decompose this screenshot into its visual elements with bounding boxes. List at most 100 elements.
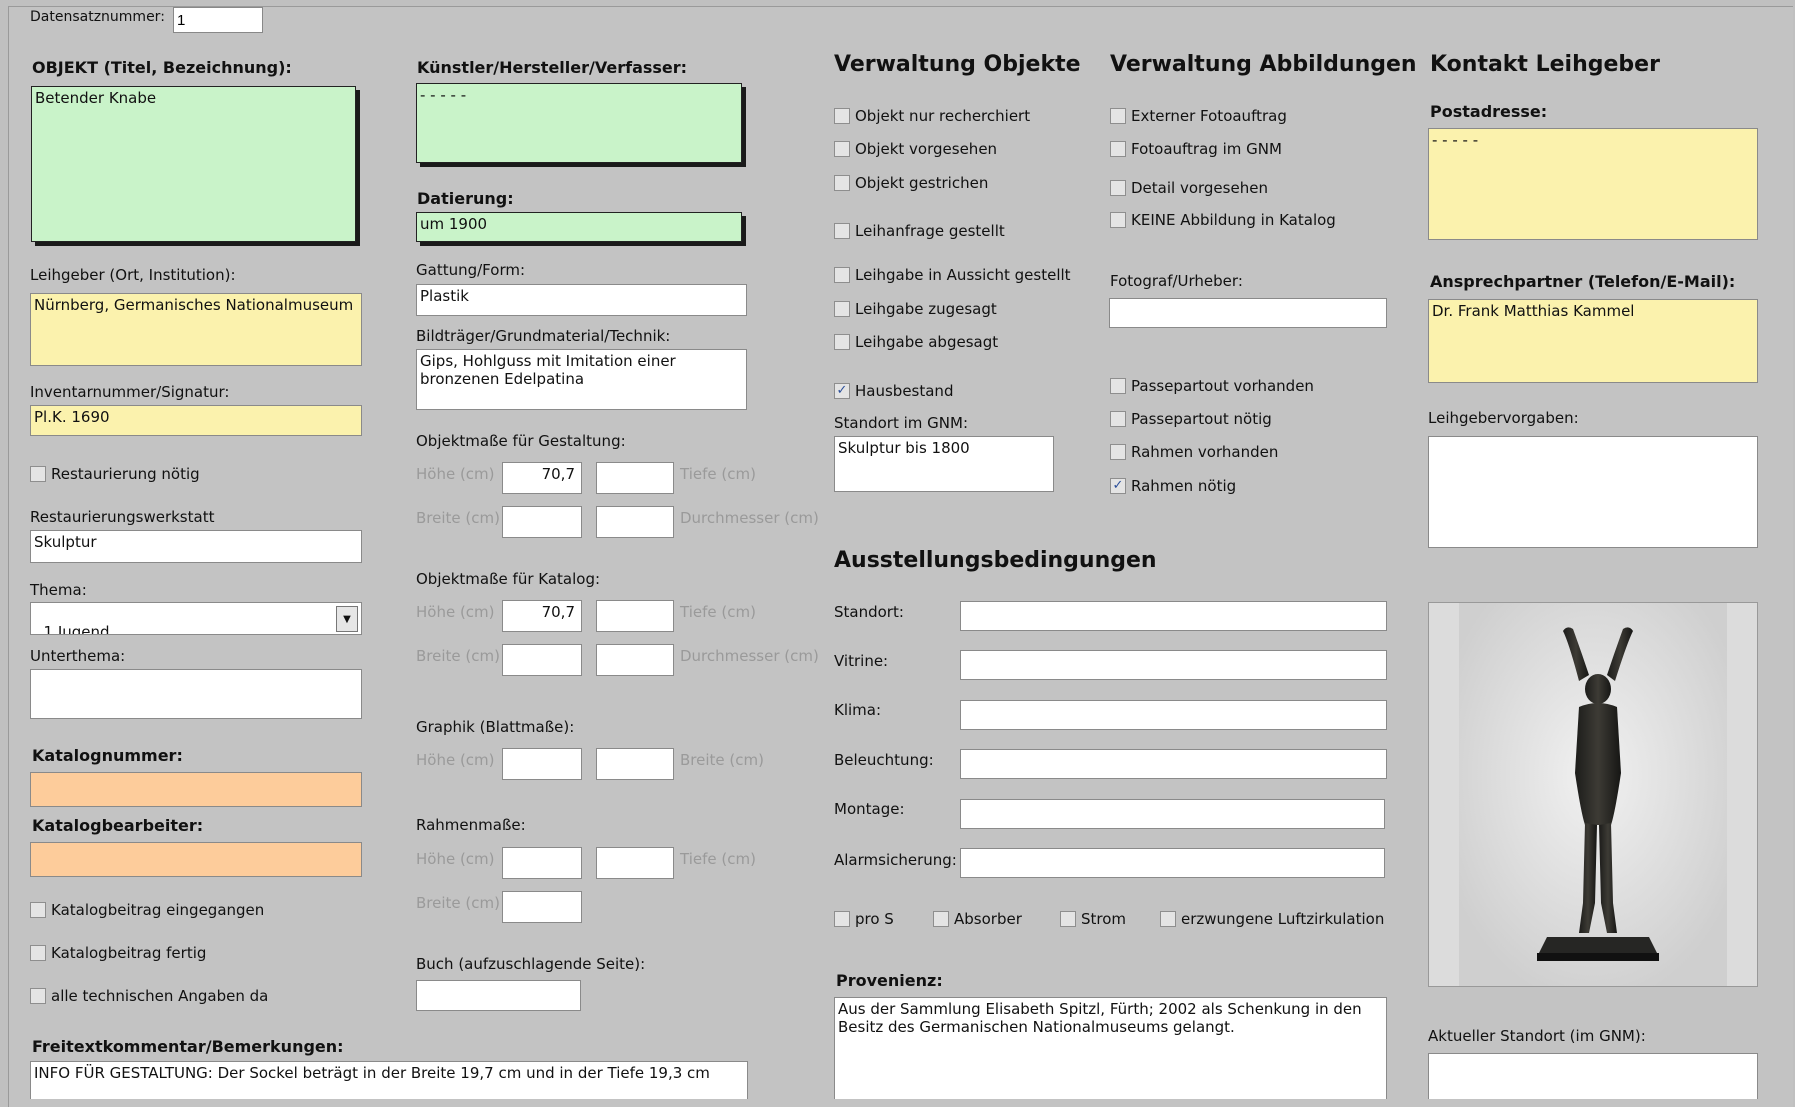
checkbox-box	[1110, 411, 1126, 427]
keine-abbildung-checkbox[interactable]: KEINE Abbildung in Katalog	[1110, 211, 1336, 229]
gattung-field[interactable]: Plastik	[416, 284, 747, 316]
alarmsicherung-input[interactable]	[960, 848, 1385, 878]
kuenstler-field[interactable]: - - - - -	[416, 83, 742, 163]
postadresse-field[interactable]: - - - - -	[1428, 128, 1758, 240]
standort-gnm-field[interactable]: Skulptur bis 1800	[834, 436, 1054, 492]
objekt-field[interactable]: Betender Knabe	[31, 86, 356, 242]
rahmen-hoehe-input[interactable]	[502, 847, 582, 879]
datierung-label: Datierung:	[417, 189, 514, 208]
kuenstler-label: Künstler/Hersteller/Verfasser:	[417, 58, 688, 77]
datierung-field[interactable]: um 1900	[416, 212, 742, 242]
luftzirkulation-checkbox[interactable]: erzwungene Luftzirkulation	[1160, 910, 1384, 928]
technische-angaben-checkbox[interactable]: alle technischen Angaben da	[30, 987, 268, 1005]
vitrine-input[interactable]	[960, 650, 1387, 680]
passepartout-vorhanden-checkbox[interactable]: Passepartout vorhanden	[1110, 377, 1314, 395]
thema-selected-value: 1 Jugend	[43, 623, 110, 635]
katalognummer-field[interactable]	[30, 772, 362, 807]
fotograf-label: Fotograf/Urheber:	[1110, 272, 1243, 290]
leihgabe-abgesagt-checkbox[interactable]: Leihgabe abgesagt	[834, 333, 998, 351]
objekt-vorgesehen-checkbox[interactable]: Objekt vorgesehen	[834, 140, 997, 158]
katalogbeitrag-fertig-checkbox[interactable]: Katalogbeitrag fertig	[30, 944, 206, 962]
gattung-label: Gattung/Form:	[416, 261, 526, 279]
checkbox-box	[1110, 378, 1126, 394]
absorber-checkbox[interactable]: Absorber	[933, 910, 1022, 928]
checkbox-label: Restaurierung nötig	[51, 465, 200, 483]
inventar-field[interactable]: Pl.K. 1690	[30, 405, 362, 436]
checkbox-label: Fotoauftrag im GNM	[1131, 140, 1282, 158]
durchmesser-label: Durchmesser (cm)	[680, 647, 819, 665]
checkbox-box	[1110, 180, 1126, 196]
passepartout-noetig-checkbox[interactable]: Passepartout nötig	[1110, 410, 1272, 428]
rahmen-tiefe-input[interactable]	[596, 847, 674, 879]
hoehe-gestaltung-input[interactable]: 70,7	[502, 462, 582, 494]
tiefe-katalog-input[interactable]	[596, 600, 674, 632]
breite-katalog-input[interactable]	[502, 644, 582, 676]
checkbox-box	[30, 945, 46, 961]
fotograf-field[interactable]	[1109, 298, 1387, 328]
fotoauftrag-gnm-checkbox[interactable]: Fotoauftrag im GNM	[1110, 140, 1282, 158]
record-number-input[interactable]	[173, 7, 263, 33]
klima-input[interactable]	[960, 700, 1387, 730]
graphik-hoehe-input[interactable]	[502, 748, 582, 780]
buch-input[interactable]	[416, 980, 581, 1011]
checkbox-box	[834, 911, 850, 927]
graphik-breite-input[interactable]	[596, 748, 674, 780]
checkbox-label: Externer Fotoauftrag	[1131, 107, 1287, 125]
rahmen-noetig-checkbox[interactable]: ✓ Rahmen nötig	[1110, 477, 1236, 495]
durchmesser-katalog-input[interactable]	[596, 644, 674, 676]
strom-checkbox[interactable]: Strom	[1060, 910, 1126, 928]
alarmsicherung-label: Alarmsicherung:	[834, 851, 957, 869]
leihgebervorgaben-label: Leihgebervorgaben:	[1428, 409, 1579, 427]
katalogbearbeiter-field[interactable]	[30, 842, 362, 877]
thema-select[interactable]: 1 Jugend	[30, 602, 362, 635]
provenienz-field[interactable]: Aus der Sammlung Elisabeth Spitzl, Fürth…	[834, 997, 1387, 1099]
bildtraeger-field[interactable]: Gips, Hohlguss mit Imitation einer bronz…	[416, 349, 747, 410]
ansprechpartner-field[interactable]: Dr. Frank Matthias Kammel	[1428, 299, 1758, 383]
verwaltung-abbildungen-title: Verwaltung Abbildungen	[1110, 52, 1417, 77]
postadresse-label: Postadresse:	[1430, 102, 1548, 121]
breite-gestaltung-input[interactable]	[502, 506, 582, 538]
checkbox-label: Absorber	[954, 910, 1022, 928]
durchmesser-label: Durchmesser (cm)	[680, 509, 819, 527]
thema-label: Thema:	[30, 581, 87, 599]
unterthema-field[interactable]	[30, 669, 362, 719]
leihgebervorgaben-field[interactable]	[1428, 436, 1758, 548]
breite-label: Breite (cm)	[680, 751, 764, 769]
pro-s-checkbox[interactable]: pro S	[834, 910, 894, 928]
hoehe-katalog-input[interactable]: 70,7	[502, 600, 582, 632]
checkbox-label: Leihanfrage gestellt	[855, 222, 1005, 240]
checkmark-icon: ✓	[1110, 478, 1126, 494]
checkbox-box	[30, 902, 46, 918]
beleuchtung-label: Beleuchtung:	[834, 751, 934, 769]
leihgeber-field[interactable]: Nürnberg, Germanisches Nationalmuseum	[30, 293, 362, 366]
mass-gestaltung-label: Objektmaße für Gestaltung:	[416, 432, 626, 450]
restaurierung-noetig-checkbox[interactable]: Restaurierung nötig	[30, 465, 200, 483]
werkstatt-field[interactable]: Skulptur	[30, 530, 362, 563]
aktueller-standort-field[interactable]	[1428, 1053, 1758, 1099]
mass-katalog-label: Objektmaße für Katalog:	[416, 570, 601, 588]
hausbestand-checkbox[interactable]: ✓ Hausbestand	[834, 382, 953, 400]
objekt-recherchiert-checkbox[interactable]: Objekt nur recherchiert	[834, 107, 1030, 125]
leihgeber-label: Leihgeber (Ort, Institution):	[30, 266, 236, 284]
checkbox-box	[30, 466, 46, 482]
rahmen-breite-input[interactable]	[502, 891, 582, 923]
checkbox-box	[834, 175, 850, 191]
tiefe-gestaltung-input[interactable]	[596, 462, 674, 494]
ausstellungsbedingungen-title: Ausstellungsbedingungen	[834, 548, 1157, 573]
chevron-down-icon[interactable]: ▼	[336, 606, 358, 632]
externer-fotoauftrag-checkbox[interactable]: Externer Fotoauftrag	[1110, 107, 1287, 125]
rahmen-vorhanden-checkbox[interactable]: Rahmen vorhanden	[1110, 443, 1278, 461]
durchmesser-gestaltung-input[interactable]	[596, 506, 674, 538]
beleuchtung-input[interactable]	[960, 749, 1387, 779]
hoehe-label: Höhe (cm)	[416, 850, 495, 868]
leihanfrage-checkbox[interactable]: Leihanfrage gestellt	[834, 222, 1005, 240]
objekt-gestrichen-checkbox[interactable]: Objekt gestrichen	[834, 174, 988, 192]
freitext-field[interactable]: INFO FÜR GESTALTUNG: Der Sockel beträgt …	[30, 1061, 748, 1099]
katalogbeitrag-eingegangen-checkbox[interactable]: Katalogbeitrag eingegangen	[30, 901, 264, 919]
standort-input[interactable]	[960, 601, 1387, 631]
leihgabe-zugesagt-checkbox[interactable]: Leihgabe zugesagt	[834, 300, 997, 318]
montage-input[interactable]	[960, 799, 1385, 829]
checkbox-label: alle technischen Angaben da	[51, 987, 269, 1005]
leihgabe-aussicht-checkbox[interactable]: Leihgabe in Aussicht gestellt	[834, 266, 1071, 284]
detail-vorgesehen-checkbox[interactable]: Detail vorgesehen	[1110, 179, 1268, 197]
